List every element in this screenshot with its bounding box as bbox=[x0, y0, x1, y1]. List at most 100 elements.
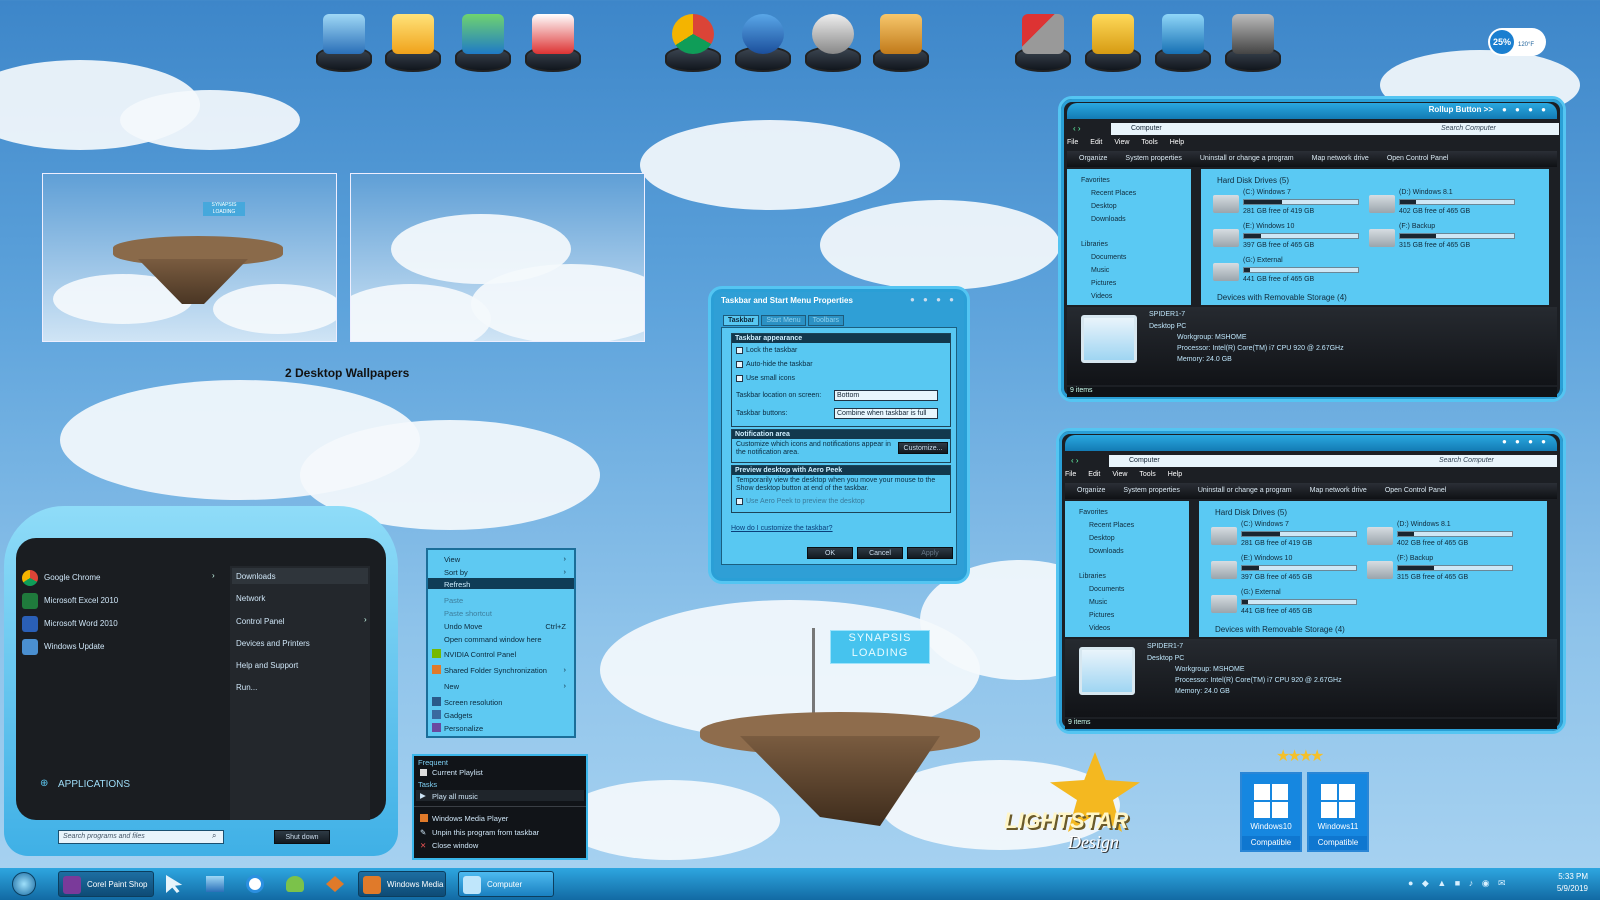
apply-button[interactable]: Apply bbox=[907, 547, 953, 559]
ctx-shared-folder[interactable]: Shared Folder Synchronization bbox=[444, 666, 547, 675]
jl-current-playlist[interactable]: Current Playlist bbox=[432, 768, 483, 777]
menu-help[interactable]: Help bbox=[1168, 471, 1182, 478]
removable-header[interactable]: Devices with Removable Storage (4) bbox=[1215, 625, 1345, 634]
nav-documents[interactable]: Documents bbox=[1089, 586, 1124, 593]
window-controls[interactable]: ● ● ● ● bbox=[1502, 105, 1549, 114]
nav-pictures[interactable]: Pictures bbox=[1091, 280, 1116, 287]
tray-icons[interactable]: ● ◆ ▲ ■ ♪ ◉ ✉ bbox=[1408, 878, 1509, 889]
peek-checkbox[interactable] bbox=[736, 498, 743, 505]
nav-music[interactable]: Music bbox=[1089, 599, 1107, 606]
drive-g[interactable]: (G:) External 441 GB free of 465 GB bbox=[1211, 589, 1361, 619]
cmd-map-drive[interactable]: Map network drive bbox=[1310, 487, 1367, 494]
taskbar-computer[interactable]: Computer bbox=[458, 871, 554, 897]
cancel-button[interactable]: Cancel bbox=[857, 547, 903, 559]
help-link[interactable]: How do I customize the taskbar? bbox=[731, 525, 833, 532]
drive-c[interactable]: (C:) Windows 7 281 GB free of 419 GB bbox=[1211, 521, 1361, 551]
checklist-icon[interactable] bbox=[522, 10, 584, 72]
nav-downloads[interactable]: Downloads bbox=[1089, 548, 1124, 555]
nav-videos[interactable]: Videos bbox=[1089, 625, 1110, 632]
nav-documents[interactable]: Documents bbox=[1091, 254, 1126, 261]
nav-downloads[interactable]: Downloads bbox=[1091, 216, 1126, 223]
ctx-view[interactable]: View bbox=[444, 555, 460, 564]
drive-e[interactable]: (E:) Windows 10 397 GB free of 465 GB bbox=[1211, 555, 1361, 585]
removable-header[interactable]: Devices with Removable Storage (4) bbox=[1217, 293, 1347, 302]
ctx-sort-by[interactable]: Sort by bbox=[444, 568, 468, 577]
cmd-system-properties[interactable]: System properties bbox=[1123, 487, 1179, 494]
address-bar[interactable]: Computer bbox=[1111, 123, 1451, 135]
taskbar-corel[interactable]: Corel Paint Shop ... bbox=[58, 871, 154, 897]
app-word[interactable]: Microsoft Word 2010 bbox=[44, 619, 118, 628]
cmd-system-properties[interactable]: System properties bbox=[1125, 155, 1181, 162]
menu-view[interactable]: View bbox=[1114, 139, 1129, 146]
window-controls[interactable]: ● ● ● ● bbox=[1502, 437, 1549, 446]
jl-play-all[interactable]: Play all music bbox=[432, 792, 478, 801]
drive-e[interactable]: (E:) Windows 10 397 GB free of 465 GB bbox=[1213, 223, 1363, 253]
chrome-icon[interactable] bbox=[662, 10, 724, 72]
explorer-window-2[interactable]: ● ● ● ● ‹ › Computer Search Computer Fil… bbox=[1056, 428, 1566, 734]
cmd-map-drive[interactable]: Map network drive bbox=[1312, 155, 1369, 162]
layers-icon[interactable] bbox=[206, 876, 224, 892]
cmd-control-panel[interactable]: Open Control Panel bbox=[1385, 487, 1446, 494]
menu-view[interactable]: View bbox=[1112, 471, 1127, 478]
tab-taskbar[interactable]: Taskbar bbox=[723, 315, 760, 326]
nav-favorites[interactable]: Favorites bbox=[1079, 509, 1108, 516]
nav-music[interactable]: Music bbox=[1091, 267, 1109, 274]
hdd-header[interactable]: Hard Disk Drives (5) bbox=[1215, 508, 1287, 517]
drive-d[interactable]: (D:) Windows 8.1 402 GB free of 465 GB bbox=[1367, 521, 1517, 551]
wallpaper-preview-1[interactable]: SYNAPSIS LOADING bbox=[42, 173, 337, 342]
right-devices[interactable]: Devices and Printers bbox=[236, 639, 310, 648]
ok-button[interactable]: OK bbox=[807, 547, 853, 559]
wallpaper-preview-2[interactable] bbox=[350, 173, 645, 342]
drive-d[interactable]: (D:) Windows 8.1 402 GB free of 465 GB bbox=[1369, 189, 1519, 219]
autohide-checkbox[interactable] bbox=[736, 361, 743, 368]
right-control-panel[interactable]: Control Panel bbox=[236, 617, 284, 626]
cursor-icon[interactable] bbox=[166, 875, 183, 893]
menu-edit[interactable]: Edit bbox=[1088, 471, 1100, 478]
nav-recent[interactable]: Recent Places bbox=[1089, 522, 1134, 529]
menu-tools[interactable]: Tools bbox=[1141, 139, 1157, 146]
explorer-window-1[interactable]: Rollup Button >> ● ● ● ● ‹ › Computer Se… bbox=[1058, 96, 1566, 402]
app-excel[interactable]: Microsoft Excel 2010 bbox=[44, 596, 118, 605]
ie-icon[interactable] bbox=[246, 875, 264, 893]
menu-file[interactable]: File bbox=[1067, 139, 1078, 146]
start-search-input[interactable]: Search programs and files bbox=[58, 830, 224, 844]
tools-icon[interactable] bbox=[1012, 10, 1074, 72]
ctx-paste[interactable]: Paste bbox=[444, 596, 463, 605]
ctx-open-command[interactable]: Open command window here bbox=[444, 635, 542, 644]
app-orange-icon[interactable] bbox=[326, 876, 344, 892]
drive-f[interactable]: (F:) Backup 315 GB free of 465 GB bbox=[1369, 223, 1519, 253]
cmd-uninstall[interactable]: Uninstall or change a program bbox=[1200, 155, 1294, 162]
start-menu[interactable]: Google Chrome › Microsoft Excel 2010 Mic… bbox=[16, 538, 386, 820]
app-green-icon[interactable] bbox=[286, 876, 304, 892]
ctx-new[interactable]: New bbox=[444, 682, 459, 691]
window-controls[interactable]: ● ● ● ● bbox=[910, 295, 957, 304]
shutdown-button[interactable]: Shut down bbox=[274, 830, 330, 844]
menu-tools[interactable]: Tools bbox=[1139, 471, 1155, 478]
computer-icon[interactable] bbox=[313, 10, 375, 72]
nav-arrows[interactable]: ‹ › bbox=[1073, 124, 1081, 133]
address-book-icon[interactable] bbox=[870, 10, 932, 72]
explorer-titlebar[interactable] bbox=[1065, 435, 1557, 451]
drive-g[interactable]: (G:) External 441 GB free of 465 GB bbox=[1213, 257, 1363, 287]
jl-unpin[interactable]: Unpin this program from taskbar bbox=[432, 828, 539, 837]
nav-desktop[interactable]: Desktop bbox=[1091, 203, 1117, 210]
ctx-personalize[interactable]: Personalize bbox=[444, 724, 483, 733]
nav-libraries[interactable]: Libraries bbox=[1081, 241, 1108, 248]
small-icons-checkbox[interactable] bbox=[736, 375, 743, 382]
customize-button[interactable]: Customize... bbox=[898, 442, 948, 454]
globe-pro-icon[interactable] bbox=[802, 10, 864, 72]
search-input[interactable]: Search Computer bbox=[1437, 123, 1559, 135]
start-orb-icon[interactable] bbox=[12, 872, 36, 896]
cmd-organize[interactable]: Organize bbox=[1079, 155, 1107, 162]
cmd-uninstall[interactable]: Uninstall or change a program bbox=[1198, 487, 1292, 494]
nav-videos[interactable]: Videos bbox=[1091, 293, 1112, 300]
menu-edit[interactable]: Edit bbox=[1090, 139, 1102, 146]
ctx-undo-move[interactable]: Undo Move bbox=[444, 622, 482, 631]
ctx-nvidia[interactable]: NVIDIA Control Panel bbox=[444, 650, 516, 659]
nav-pictures[interactable]: Pictures bbox=[1089, 612, 1114, 619]
ctx-gadgets[interactable]: Gadgets bbox=[444, 711, 472, 720]
rollup-button[interactable]: Rollup Button >> bbox=[1429, 105, 1493, 114]
address-bar[interactable]: Computer bbox=[1109, 455, 1449, 467]
drive-c[interactable]: (C:) Windows 7 281 GB free of 419 GB bbox=[1213, 189, 1363, 219]
nav-recent[interactable]: Recent Places bbox=[1091, 190, 1136, 197]
